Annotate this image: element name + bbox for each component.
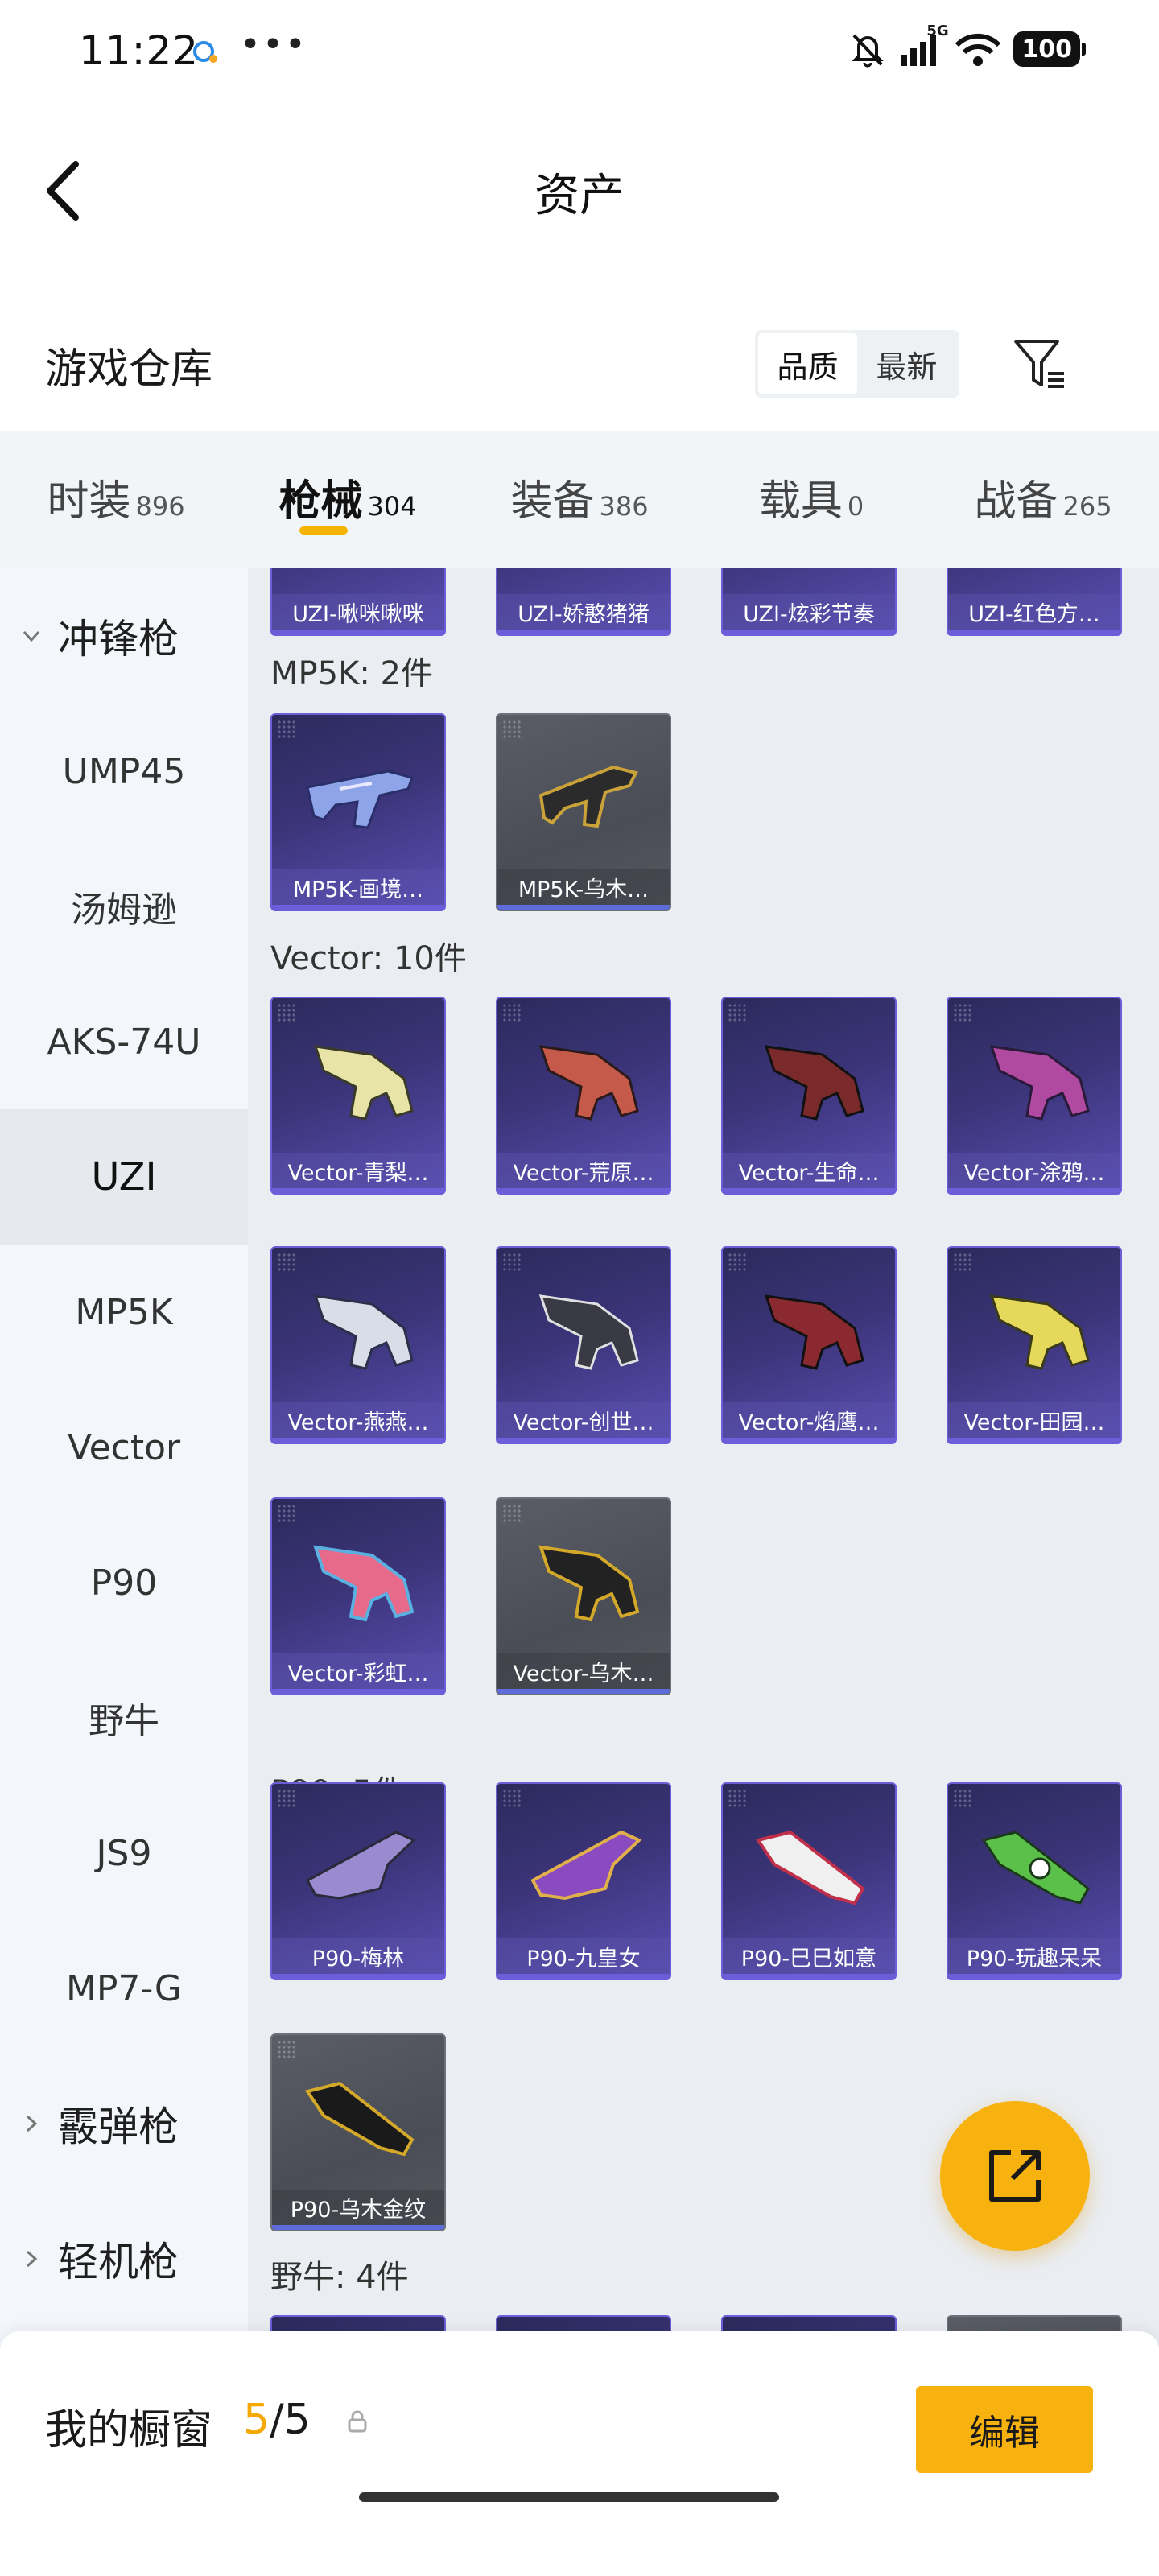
- page-header: 资产: [0, 121, 1159, 258]
- sidebar-item-js9[interactable]: JS9: [0, 1785, 248, 1921]
- more-notifications-icon: •••: [240, 24, 307, 65]
- weapon-card[interactable]: P90-乌木金纹: [270, 2033, 446, 2231]
- section-label-bison: 野牛: 4件: [270, 2259, 409, 2296]
- sidebar-item-uzi[interactable]: UZI: [0, 1109, 248, 1245]
- weapon-card[interactable]: Vector-生命…: [721, 997, 897, 1195]
- weapon-card[interactable]: Vector-涂鸦…: [947, 997, 1122, 1195]
- weapon-card[interactable]: MP5K-画境…: [270, 713, 446, 911]
- tab-fashion[interactable]: 时装 896: [0, 431, 232, 568]
- sidebar-item-p90[interactable]: P90: [0, 1515, 248, 1650]
- weapon-card[interactable]: P90-玩趣呆呆: [947, 1782, 1122, 1980]
- weapon-card[interactable]: Vector-青梨…: [270, 997, 446, 1195]
- page-title: 资产: [534, 170, 625, 222]
- weapon-image-icon: [989, 1294, 1090, 1370]
- weapon-card[interactable]: Vector-燕燕…: [270, 1246, 446, 1444]
- weapon-image-icon: [538, 765, 638, 828]
- section-label-mp5k: MP5K: 2件: [270, 655, 433, 692]
- weapon-image-icon: [313, 1545, 415, 1622]
- sort-toggle: 品质 最新: [755, 330, 959, 398]
- sidebar-group-shotgun[interactable]: 霰弹枪: [0, 2056, 248, 2191]
- sidebar-item-mp7g[interactable]: MP7-G: [0, 1921, 248, 2056]
- cellular-signal-icon: 5G: [897, 23, 949, 68]
- weapon-card[interactable]: Vector-创世…: [496, 1246, 671, 1444]
- tab-vehicles[interactable]: 载具 0: [695, 431, 927, 568]
- message-notification-icon: [193, 41, 217, 63]
- weapon-card[interactable]: Vector-荒原…: [496, 997, 671, 1195]
- weapon-card[interactable]: Vector-焰鹰…: [721, 1246, 897, 1444]
- battery-icon: 100: [1013, 31, 1086, 67]
- weapon-card[interactable]: P90-梅林: [270, 1782, 446, 1980]
- share-button[interactable]: [940, 2101, 1090, 2251]
- weapon-card[interactable]: P90-九皇女: [496, 1782, 671, 1980]
- weapon-image-icon: [981, 1831, 1090, 1905]
- weapon-type-sidebar: 冲锋枪 UMP45 汤姆逊 AKS-74U UZI MP5K Vector P9…: [0, 568, 248, 2375]
- showcase-bar: 我的橱窗 5/5 编辑: [0, 2331, 1159, 2576]
- section-label-vector: Vector: 10件: [270, 940, 467, 977]
- home-indicator[interactable]: [359, 2492, 779, 2502]
- weapon-image-icon: [538, 1545, 640, 1622]
- warehouse-title: 游戏仓库: [45, 345, 213, 394]
- filter-icon[interactable]: [1011, 335, 1069, 393]
- weapon-image-icon: [530, 1830, 642, 1901]
- weapon-image-icon: [304, 2081, 415, 2157]
- weapon-image-icon: [306, 770, 414, 829]
- tab-firearms[interactable]: 枪械 304: [232, 431, 464, 568]
- weapon-card[interactable]: UZI-炫彩节奏: [721, 568, 897, 636]
- showcase-count: 5/5: [243, 2396, 311, 2444]
- sidebar-item-mp5k[interactable]: MP5K: [0, 1245, 248, 1380]
- weapon-image-icon: [305, 1831, 416, 1900]
- warehouse-header: 游戏仓库 品质 最新: [0, 314, 1159, 411]
- weapon-image-icon: [538, 1045, 639, 1121]
- chevron-down-icon: [23, 630, 40, 642]
- status-time: 11:22: [79, 27, 200, 74]
- showcase-title: 我的橱窗: [45, 2406, 213, 2454]
- active-tab-indicator: [299, 526, 348, 535]
- sort-newest-button[interactable]: 最新: [857, 333, 956, 394]
- weapon-image-icon: [538, 1294, 639, 1370]
- silent-bell-icon: [852, 34, 885, 68]
- wifi-icon: [955, 33, 1001, 66]
- sidebar-item-aks74u[interactable]: AKS-74U: [0, 974, 248, 1109]
- chevron-right-icon: [26, 2115, 38, 2132]
- sort-quality-button[interactable]: 品质: [758, 333, 857, 394]
- chevron-right-icon: [26, 2250, 38, 2268]
- weapon-image-icon: [313, 1045, 414, 1121]
- weapon-image-icon: [313, 1294, 414, 1370]
- sidebar-item-thompson[interactable]: 汤姆逊: [0, 839, 248, 974]
- weapon-card[interactable]: MP5K-乌木…: [496, 713, 671, 911]
- tab-equipment[interactable]: 装备 386: [464, 431, 695, 568]
- weapon-card[interactable]: Vector-乌木…: [496, 1497, 671, 1695]
- weapon-card[interactable]: UZI-红色方…: [947, 568, 1122, 636]
- weapon-image-icon: [755, 1830, 865, 1905]
- edit-button[interactable]: 编辑: [916, 2386, 1093, 2473]
- weapon-image-icon: [764, 1045, 864, 1121]
- tab-supplies[interactable]: 战备 265: [927, 431, 1159, 568]
- weapon-card[interactable]: P90-巳巳如意: [721, 1782, 897, 1980]
- weapon-card[interactable]: Vector-彩虹…: [270, 1497, 446, 1695]
- sidebar-item-bison[interactable]: 野牛: [0, 1650, 248, 1785]
- sidebar-item-ump45[interactable]: UMP45: [0, 704, 248, 839]
- status-bar: 11:22 ••• 5G 100: [0, 0, 1159, 105]
- sidebar-item-vector[interactable]: Vector: [0, 1380, 248, 1515]
- weapon-card[interactable]: Vector-田园…: [947, 1246, 1122, 1444]
- weapon-image-icon: [764, 1294, 864, 1370]
- lock-icon: [348, 2410, 367, 2433]
- category-tabs: 时装 896 枪械 304 装备 386 载具 0 战备 265: [0, 431, 1159, 568]
- sidebar-group-lmg[interactable]: 轻机枪: [0, 2191, 248, 2326]
- weapon-image-icon: [989, 1045, 1090, 1121]
- external-link-icon: [989, 2150, 1041, 2202]
- sidebar-group-smg[interactable]: 冲锋枪: [0, 568, 248, 704]
- weapon-card[interactable]: UZI-啾咪啾咪: [270, 568, 446, 636]
- weapon-card[interactable]: UZI-娇憨猪猪: [496, 568, 671, 636]
